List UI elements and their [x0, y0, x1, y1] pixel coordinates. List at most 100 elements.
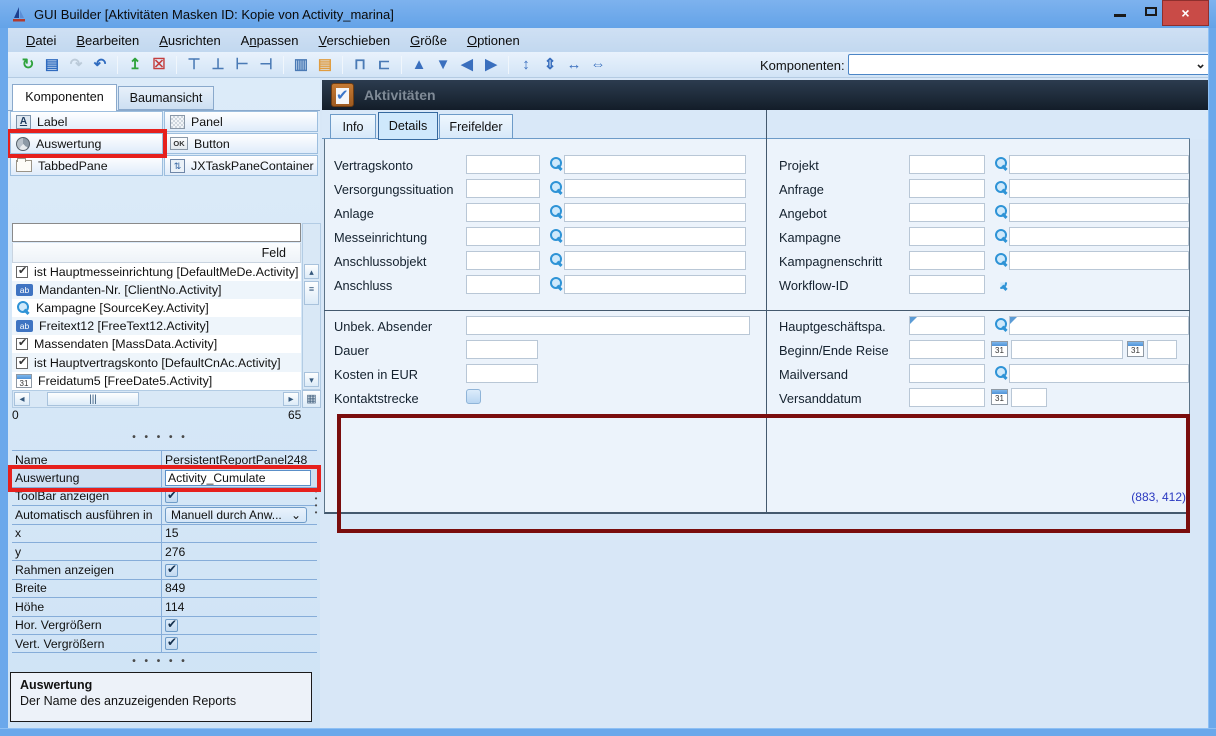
kampagnenschritt-text-input[interactable]: [1009, 251, 1189, 270]
menu-item-ausrichten[interactable]: Ausrichten: [149, 30, 230, 51]
splitter-handle[interactable]: [8, 656, 312, 667]
tab-baumansicht[interactable]: Baumansicht: [118, 86, 214, 110]
move-to-top-icon[interactable]: ↥: [123, 55, 147, 75]
lookup-icon[interactable]: [549, 156, 563, 172]
anlage-text-input[interactable]: [564, 203, 746, 222]
property-row-y[interactable]: y276: [12, 543, 317, 561]
kontaktstrecke-checkbox[interactable]: [466, 389, 481, 404]
messeinrichtung-input[interactable]: [466, 227, 540, 246]
calendar-icon[interactable]: [991, 341, 1008, 357]
selected-report-panel-outline[interactable]: [337, 414, 1190, 533]
property-row-breite[interactable]: Breite849: [12, 580, 317, 598]
hauptgesch-ftspa-text-input[interactable]: [1009, 316, 1189, 335]
minimize-button[interactable]: [1106, 0, 1134, 24]
angebot-input[interactable]: [909, 203, 985, 222]
unbek-absender-input[interactable]: [466, 316, 750, 335]
workflow-id-input[interactable]: [909, 275, 985, 294]
align-bottom-icon[interactable]: ⊥: [206, 55, 230, 75]
resize-width-max-icon[interactable]: ⇔: [586, 55, 610, 75]
field-list-item[interactable]: ist Hauptvertragskonto [DefaultCnAc.Acti…: [12, 353, 301, 371]
resize-width-icon[interactable]: ↔: [562, 55, 586, 75]
tab-komponenten[interactable]: Komponenten: [12, 84, 117, 111]
projekt-text-input[interactable]: [1009, 155, 1189, 174]
anschluss-text-input[interactable]: [564, 275, 746, 294]
lookup-icon[interactable]: [549, 228, 563, 244]
property-dropdown[interactable]: Manuell durch Anw...⌄: [165, 507, 307, 523]
property-row-auswertung[interactable]: AuswertungActivity_Cumulate: [12, 469, 317, 487]
menu-item-anpassen[interactable]: Anpassen: [231, 30, 309, 51]
property-row-x[interactable]: x15: [12, 525, 317, 543]
kosten-in-eur-input[interactable]: [466, 364, 538, 383]
property-checkbox[interactable]: [165, 564, 178, 577]
dauer-input[interactable]: [466, 340, 538, 359]
scroll-right-icon[interactable]: ▸: [283, 392, 299, 406]
lookup-icon[interactable]: [994, 317, 1008, 333]
move-down-icon[interactable]: ▼: [431, 55, 455, 75]
lookup-icon[interactable]: [549, 180, 563, 196]
resize-height-max-icon[interactable]: ⇕: [538, 55, 562, 75]
field-list-item[interactable]: abMandanten-Nr. [ClientNo.Activity]: [12, 281, 301, 299]
distribute-rows-icon[interactable]: ▤: [313, 55, 337, 75]
move-up-icon[interactable]: ▲: [407, 55, 431, 75]
scroll-left-icon[interactable]: ◂: [14, 392, 30, 406]
beginn-ende-reise-middle-input[interactable]: [1011, 340, 1123, 359]
palette-item-button[interactable]: OKButton: [164, 133, 318, 154]
anfrage-input[interactable]: [909, 179, 985, 198]
lookup-icon[interactable]: [549, 252, 563, 268]
vertragskonto-text-input[interactable]: [564, 155, 746, 174]
property-row-toolbar-anzeigen[interactable]: ToolBar anzeigen: [12, 488, 317, 506]
property-checkbox[interactable]: [165, 619, 178, 632]
property-row-h-he[interactable]: Höhe114: [12, 598, 317, 616]
field-list-header[interactable]: Feld: [12, 243, 301, 263]
field-list-item[interactable]: ist Hauptmesseinrichtung [DefaultMeDe.Ac…: [12, 263, 301, 281]
property-row-automatisch-ausf-hren-in[interactable]: Automatisch ausführen inManuell durch An…: [12, 506, 317, 524]
kampagne-input[interactable]: [909, 227, 985, 246]
mailversand-text-input[interactable]: [1009, 364, 1189, 383]
beginn-ende-reise-start-input[interactable]: [909, 340, 985, 359]
versorgungssituation-input[interactable]: [466, 179, 540, 198]
align-left-icon[interactable]: ⊢: [230, 55, 254, 75]
menu-item-optionen[interactable]: Optionen: [457, 30, 530, 51]
anschlussobjekt-text-input[interactable]: [564, 251, 746, 270]
menu-item-verschieben[interactable]: Verschieben: [309, 30, 401, 51]
save-icon[interactable]: ▤: [40, 55, 64, 75]
angebot-text-input[interactable]: [1009, 203, 1189, 222]
horizontal-scroll-thumb[interactable]: |||: [47, 392, 139, 406]
field-list-item[interactable]: Freidatum5 [FreeDate5.Activity]: [12, 372, 301, 390]
lookup-icon[interactable]: [994, 180, 1008, 196]
palette-item-panel[interactable]: Panel: [164, 111, 318, 132]
field-list-item[interactable]: Massendaten [MassData.Activity]: [12, 335, 301, 353]
close-button[interactable]: ×: [1162, 0, 1209, 26]
splitter-handle[interactable]: [8, 432, 312, 443]
property-row-name[interactable]: NamePersistentReportPanel248: [12, 451, 317, 469]
mailversand-input[interactable]: [909, 364, 985, 383]
palette-item-auswertung[interactable]: Auswertung: [10, 133, 163, 154]
vertragskonto-input[interactable]: [466, 155, 540, 174]
delete-field-icon[interactable]: ☒: [147, 55, 171, 75]
calendar-icon[interactable]: [1127, 341, 1144, 357]
lookup-icon[interactable]: [994, 365, 1008, 381]
tab-details[interactable]: Details: [378, 112, 438, 140]
anfrage-text-input[interactable]: [1009, 179, 1189, 198]
property-value-input[interactable]: Activity_Cumulate: [165, 470, 311, 486]
move-right-icon[interactable]: ▶: [479, 55, 503, 75]
kampagne-text-input[interactable]: [1009, 227, 1189, 246]
menu-item-bearbeiten[interactable]: Bearbeiten: [66, 30, 149, 51]
palette-item-tabbedpane[interactable]: TabbedPane: [10, 155, 163, 176]
scroll-up-icon[interactable]: ▴: [304, 264, 319, 279]
property-checkbox[interactable]: [165, 490, 178, 503]
lookup-icon[interactable]: [994, 228, 1008, 244]
move-left-icon[interactable]: ◀: [455, 55, 479, 75]
vertical-scroll-thumb[interactable]: ≡: [304, 281, 319, 305]
lookup-icon[interactable]: [994, 156, 1008, 172]
kampagnenschritt-input[interactable]: [909, 251, 985, 270]
property-row-vert-vergr-ern[interactable]: Vert. Vergrößern: [12, 635, 317, 653]
group-top-icon[interactable]: ⊓: [348, 55, 372, 75]
projekt-input[interactable]: [909, 155, 985, 174]
field-list-horizontal-scrollbar[interactable]: ◂ ||| ▸: [12, 390, 301, 408]
palette-item-label[interactable]: ALabel: [10, 111, 163, 132]
beginn-ende-reise-end-input[interactable]: [1147, 340, 1177, 359]
calendar-icon[interactable]: [991, 389, 1008, 405]
property-row-rahmen-anzeigen[interactable]: Rahmen anzeigen: [12, 561, 317, 579]
panel-splitter[interactable]: [313, 488, 319, 518]
